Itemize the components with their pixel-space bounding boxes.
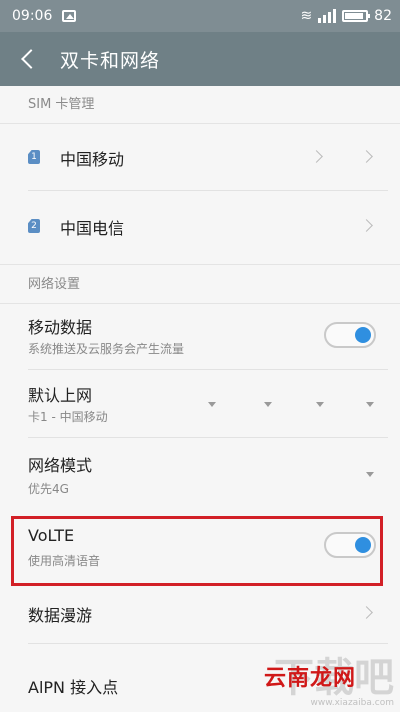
sim-card-icon: 1 (28, 150, 40, 164)
caret-down-icon (264, 402, 272, 407)
battery-icon (342, 10, 371, 22)
mobile-data-title: 移动数据 (28, 318, 93, 337)
clock: 09:06 (12, 8, 53, 24)
brand-watermark: 云南龙网 (264, 666, 357, 691)
sim-card-icon: 2 (28, 219, 40, 233)
mobile-data-subtitle: 系统推送及云服务会产生流量 (28, 342, 185, 356)
network-mode-row[interactable]: 网络模式 优先4G (0, 438, 400, 510)
mobile-data-toggle[interactable] (324, 322, 376, 348)
sim-card-2-label: 中国电信 (60, 219, 125, 238)
apn-title: AlPN 接入点 (28, 678, 119, 697)
default-internet-row[interactable]: 默认上网 卡1 - 中国移动 (0, 370, 400, 436)
network-mode-title: 网络模式 (28, 456, 93, 475)
chevron-right-icon (310, 150, 323, 163)
network-mode-subtitle: 优先4G (28, 482, 69, 496)
title-bar: 双卡和网络 (0, 32, 400, 86)
caret-down-icon (316, 402, 324, 407)
highlight-box (11, 516, 383, 586)
chevron-right-icon (360, 219, 373, 232)
default-internet-subtitle: 卡1 - 中国移动 (28, 410, 108, 424)
data-roaming-row[interactable]: 数据漫游 (0, 588, 400, 638)
status-bar: 09:06 ≋ 82 (0, 0, 400, 32)
wifi-icon: ≋ (300, 8, 313, 24)
battery-level: 82 (374, 8, 392, 24)
page-title: 双卡和网络 (60, 49, 161, 72)
chevron-right-icon (360, 150, 373, 163)
back-arrow-icon[interactable] (21, 49, 41, 69)
sim-card-1-row[interactable]: 1 中国移动 (0, 124, 400, 190)
mobile-data-row[interactable]: 移动数据 系统推送及云服务会产生流量 (0, 304, 400, 368)
section-header-network: 网络设置 (0, 264, 400, 304)
sim-card-1-label: 中国移动 (60, 150, 125, 169)
chevron-right-icon (360, 606, 373, 619)
section-header-sim: SIM 卡管理 (0, 86, 400, 124)
data-roaming-title: 数据漫游 (28, 606, 93, 625)
caret-down-icon (208, 402, 216, 407)
signal-icon (318, 9, 337, 23)
sim-card-2-row[interactable]: 2 中国电信 (0, 191, 400, 259)
image-notification-icon (62, 10, 77, 22)
caret-down-icon (366, 472, 374, 477)
default-internet-title: 默认上网 (28, 386, 93, 405)
caret-down-icon (366, 402, 374, 407)
